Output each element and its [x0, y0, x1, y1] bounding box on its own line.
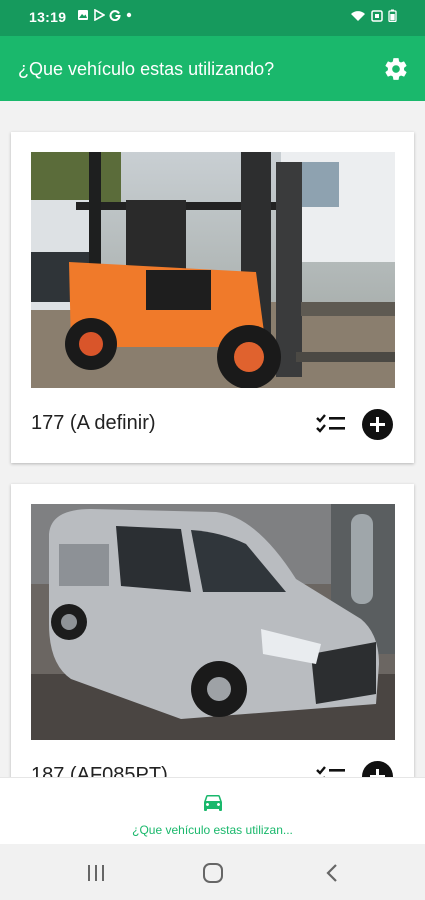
app-bar: ¿Que vehículo estas utilizando? [0, 36, 425, 101]
bottom-navigation: ¿Que vehículo estas utilizan... [0, 777, 425, 844]
system-navigation-bar [0, 844, 425, 900]
back-icon[interactable] [321, 862, 345, 884]
recents-icon[interactable] [84, 862, 108, 884]
vehicle-list[interactable]: 177 (A definir) 187 (AF085PT) [0, 101, 425, 777]
nfc-icon [371, 9, 383, 22]
image-icon [78, 10, 88, 20]
google-icon [109, 10, 121, 21]
vehicle-label: 177 (A definir) [31, 412, 156, 434]
status-time: 13:19 [29, 9, 67, 25]
car-icon [204, 795, 222, 811]
add-circle-icon[interactable] [362, 761, 393, 777]
battery-icon [388, 9, 397, 22]
vehicle-photo [31, 504, 395, 740]
vehicle-card[interactable]: 187 (AF085PT) [11, 484, 414, 777]
dot-icon [126, 12, 132, 18]
vehicle-photo [31, 152, 395, 388]
page-title: ¿Que vehículo estas utilizando? [18, 59, 275, 79]
gear-icon[interactable] [383, 56, 409, 82]
wifi-icon [351, 10, 365, 21]
status-bar: 13:19 [0, 0, 425, 36]
nav-item-label: ¿Que vehículo estas utilizan... [132, 823, 293, 837]
play-store-icon [94, 9, 105, 21]
add-circle-icon[interactable] [362, 409, 393, 440]
checklist-icon[interactable] [315, 412, 347, 436]
home-icon[interactable] [201, 862, 225, 884]
system-icons [350, 9, 397, 22]
vehicle-card[interactable]: 177 (A definir) [11, 132, 414, 463]
notification-icons [77, 9, 133, 21]
vehicle-label: 187 (AF085PT) [31, 764, 168, 777]
checklist-icon[interactable] [315, 764, 347, 777]
